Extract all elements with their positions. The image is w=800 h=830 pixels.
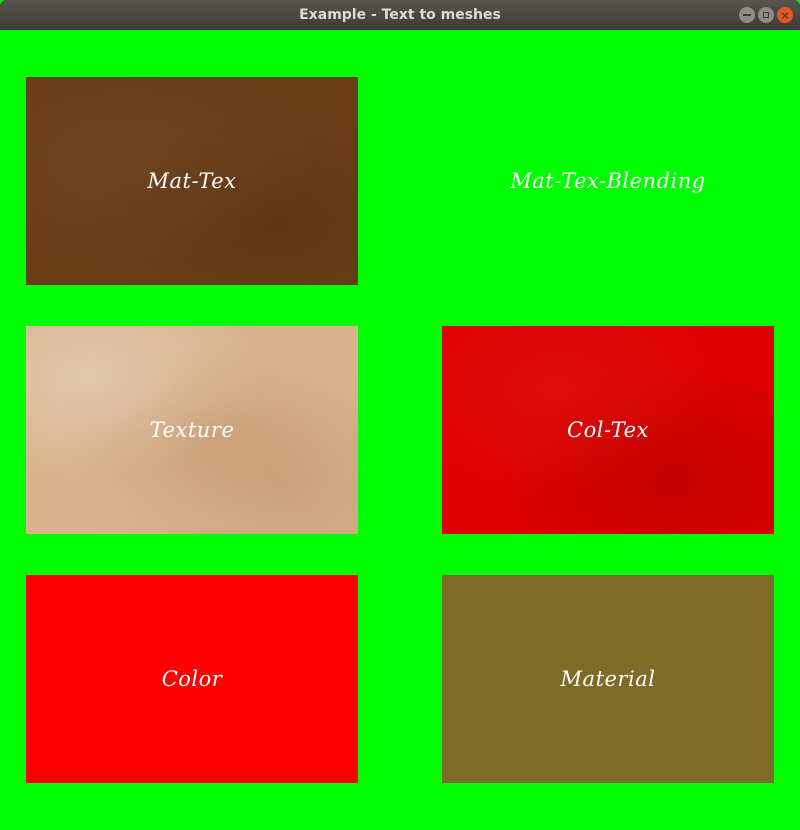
mesh-text-mat-tex-blending: Mat-Tex-Blending (510, 169, 706, 193)
minimize-button[interactable] (739, 7, 755, 23)
mesh-tile-col-tex: Col-Tex (442, 326, 774, 534)
maximize-icon (763, 12, 769, 18)
render-canvas[interactable]: Mat-Tex Mat-Tex-Blending Texture Col-Tex… (0, 30, 800, 830)
mesh-text-mat-tex: Mat-Tex (147, 169, 237, 193)
window-title: Example - Text to meshes (299, 7, 501, 23)
mesh-tile-mat-tex-blending: Mat-Tex-Blending (442, 77, 774, 285)
close-icon: × (780, 8, 790, 22)
mesh-text-material: Material (560, 667, 656, 691)
maximize-button[interactable] (758, 7, 774, 23)
mesh-text-col-tex: Col-Tex (567, 418, 649, 442)
app-window: Example - Text to meshes × Mat-Tex Mat-T… (0, 0, 800, 830)
mesh-text-color: Color (161, 667, 223, 691)
mesh-tile-texture: Texture (26, 326, 358, 534)
mesh-tile-mat-tex: Mat-Tex (26, 77, 358, 285)
close-button[interactable]: × (777, 7, 793, 23)
title-bar[interactable]: Example - Text to meshes × (0, 0, 800, 30)
mesh-tile-material: Material (442, 575, 774, 783)
mesh-text-texture: Texture (149, 418, 235, 442)
mesh-tile-color: Color (26, 575, 358, 783)
minimize-icon (743, 14, 751, 16)
